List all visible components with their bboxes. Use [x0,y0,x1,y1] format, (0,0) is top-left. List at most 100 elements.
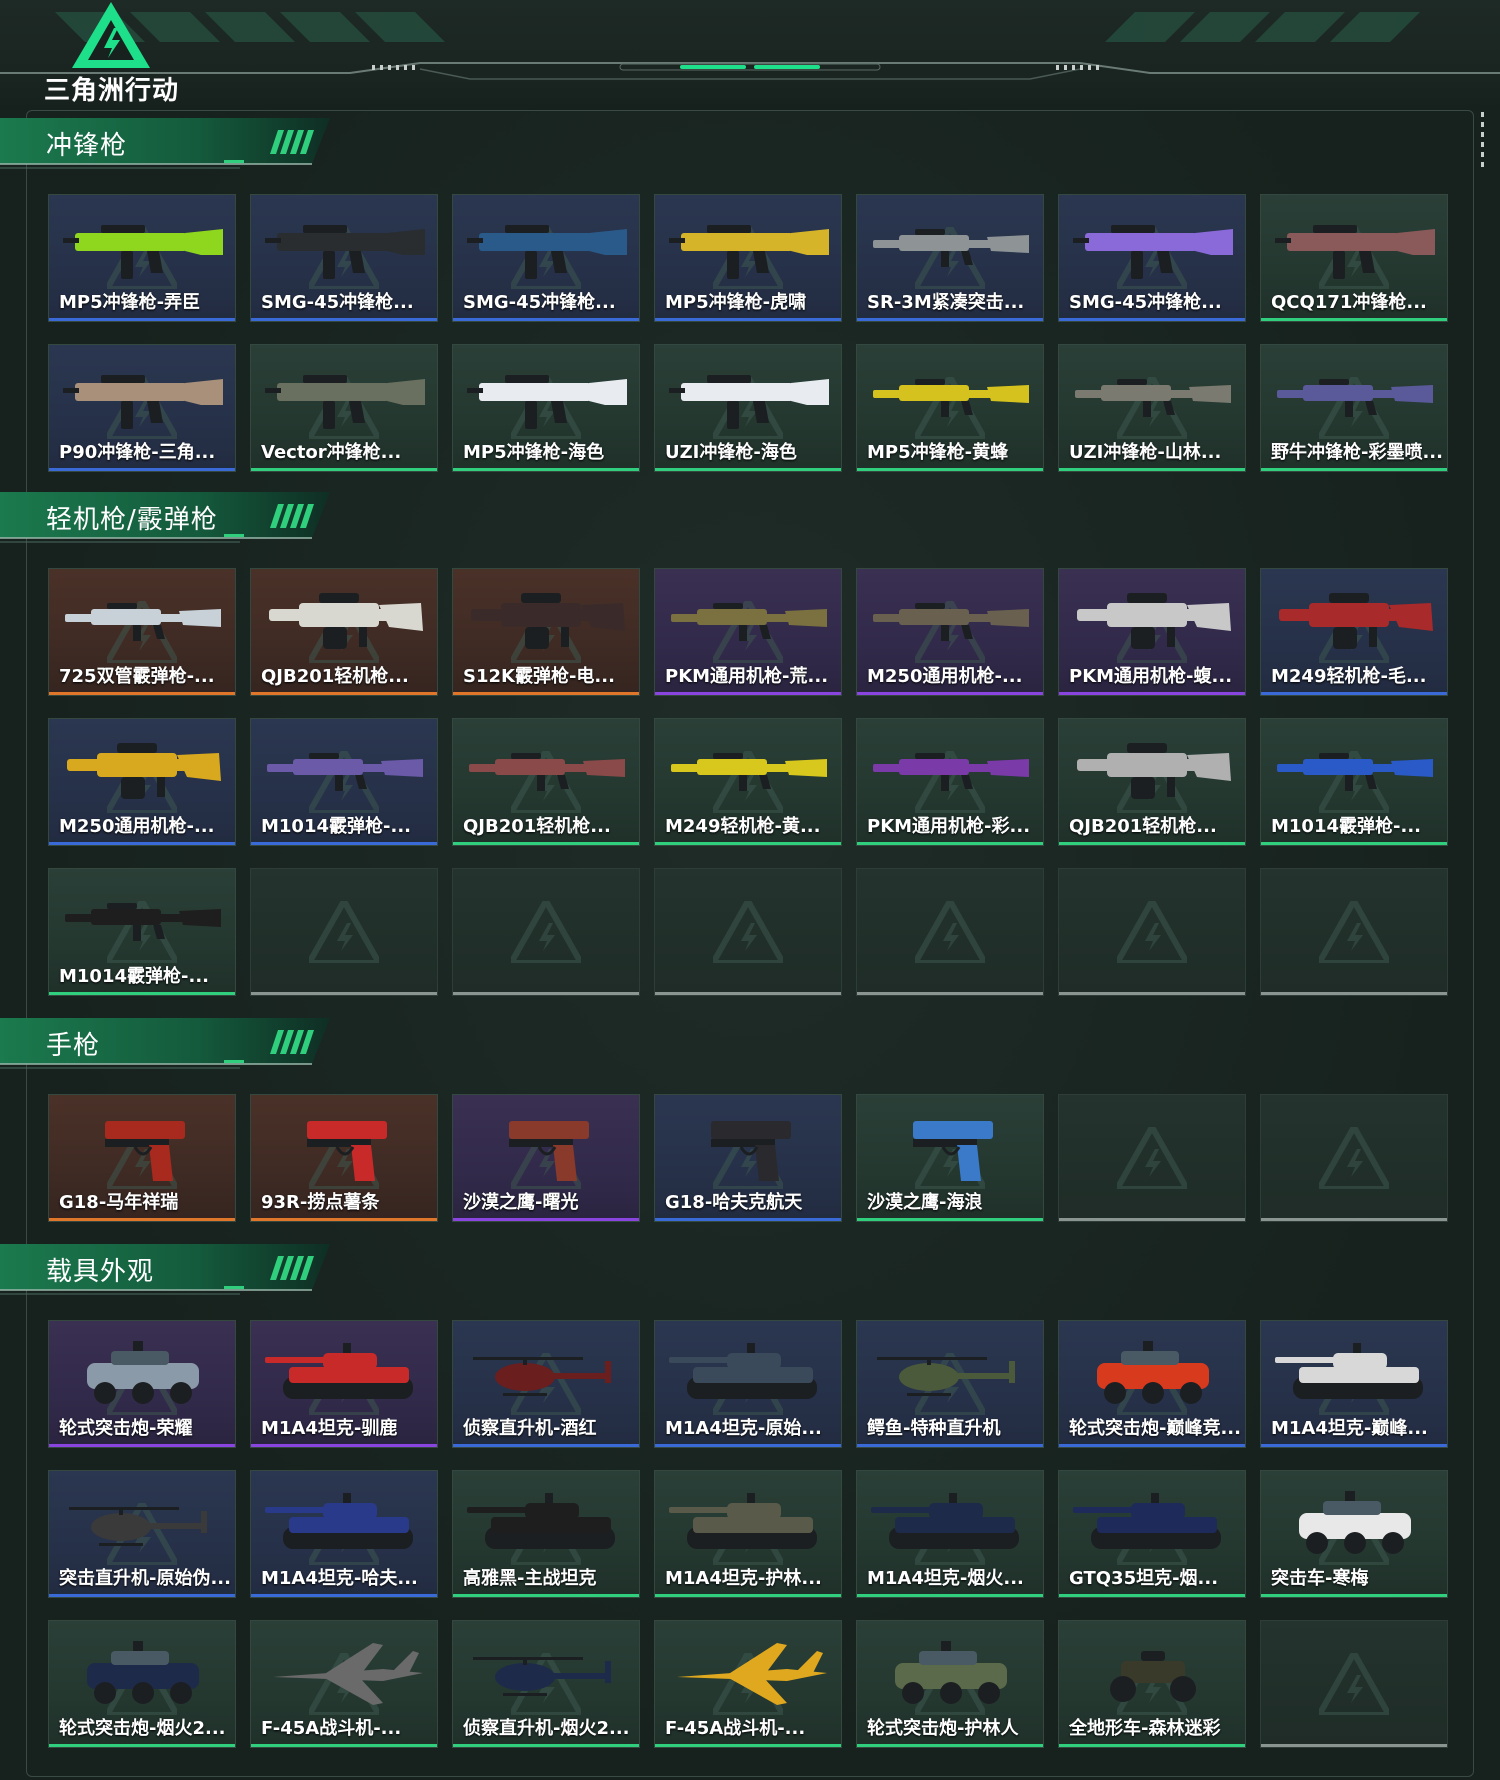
skin-card[interactable]: SMG-45冲锋枪... [452,194,640,322]
quality-bar [251,1218,437,1221]
skin-card[interactable]: M1014霰弹枪-... [48,868,236,996]
skin-card[interactable]: M1A4坦克-原始... [654,1320,842,1448]
skin-card[interactable]: F-45A战斗机-... [250,1620,438,1748]
rifle-skin-image [469,753,625,791]
skin-card[interactable]: M1014霰弹枪-... [250,718,438,846]
skin-name: 突击车-寒梅 [1271,1568,1369,1589]
skin-card[interactable]: UZI冲锋枪-山林... [1058,344,1246,472]
quality-bar [1261,1218,1447,1221]
quality-bar [857,1444,1043,1447]
lmg-skin-image [269,593,423,649]
skin-card[interactable]: 全地形车-森林迷彩 [1058,1620,1246,1748]
skin-card[interactable]: 突击直升机-原始伪... [48,1470,236,1598]
skin-card[interactable]: QJB201轻机枪... [452,718,640,846]
quality-bar [251,992,437,995]
tank-skin-image [467,1493,615,1549]
skin-card[interactable]: 侦察直升机-酒红 [452,1320,640,1448]
quality-bar [49,692,235,695]
skin-card[interactable]: M250通用机枪-... [48,718,236,846]
quality-bar [251,1744,437,1747]
skin-card[interactable]: M1014霰弹枪-... [1260,718,1448,846]
skin-card[interactable]: M1A4坦克-护林... [654,1470,842,1598]
quality-bar [1059,318,1245,321]
empty-skin-slot[interactable] [452,868,640,996]
quality-bar [453,468,639,471]
section-header: 手枪 [0,1018,330,1072]
skin-card[interactable]: SMG-45冲锋枪... [1058,194,1246,322]
skin-card[interactable]: G18-马年祥瑞 [48,1094,236,1222]
skin-card[interactable]: Vector冲锋枪... [250,344,438,472]
empty-skin-slot[interactable] [1260,1620,1448,1748]
skin-card[interactable]: PKM通用机枪-蝮... [1058,568,1246,696]
quality-bar [857,468,1043,471]
skin-card[interactable]: 93R-捞点薯条 [250,1094,438,1222]
delta-watermark-icon [1319,1653,1389,1715]
skin-card[interactable]: F-45A战斗机-... [654,1620,842,1748]
quality-bar [655,992,841,995]
pistol-skin-image [509,1121,589,1181]
skin-card[interactable]: 沙漠之鹰-曙光 [452,1094,640,1222]
quality-bar [251,318,437,321]
skin-card[interactable]: M249轻机枪-毛... [1260,568,1448,696]
quality-bar [1261,992,1447,995]
skin-card[interactable]: M1A4坦克-驯鹿 [250,1320,438,1448]
skin-card[interactable]: 突击车-寒梅 [1260,1470,1448,1598]
empty-skin-slot[interactable] [1058,868,1246,996]
skin-card[interactable]: 野牛冲锋枪-彩墨喷... [1260,344,1448,472]
skin-name: 725双管霰弹枪-... [59,666,215,687]
skin-name: UZI冲锋枪-海色 [665,442,797,463]
empty-skin-slot[interactable] [1260,868,1448,996]
skin-name: 侦察直升机-烟火2... [463,1718,630,1739]
empty-skin-slot[interactable] [1058,1094,1246,1222]
skin-card[interactable]: 725双管霰弹枪-... [48,568,236,696]
skin-card[interactable]: PKM通用机枪-荒... [654,568,842,696]
skin-name: 轮式突击炮-护林人 [867,1718,1019,1739]
skin-card[interactable]: MP5冲锋枪-弄臣 [48,194,236,322]
header-stripes-decoration [55,12,1420,42]
skin-card[interactable]: PKM通用机枪-彩... [856,718,1044,846]
quality-bar [453,692,639,695]
skin-card[interactable]: GTQ35坦克-烟... [1058,1470,1246,1598]
skin-card[interactable]: 轮式突击炮-烟火2... [48,1620,236,1748]
skin-card[interactable]: 侦察直升机-烟火2... [452,1620,640,1748]
skin-card[interactable]: M249轻机枪-黄... [654,718,842,846]
skin-card[interactable]: SMG-45冲锋枪... [250,194,438,322]
skin-card[interactable]: 轮式突击炮-巅峰竞... [1058,1320,1246,1448]
empty-skin-slot[interactable] [1260,1094,1448,1222]
skin-card[interactable]: G18-哈夫克航天 [654,1094,842,1222]
skin-card[interactable]: QJB201轻机枪... [250,568,438,696]
quality-bar [655,842,841,845]
skin-card[interactable]: 沙漠之鹰-海浪 [856,1094,1044,1222]
empty-skin-slot[interactable] [250,868,438,996]
skin-card[interactable]: QCQ171冲锋枪... [1260,194,1448,322]
skin-card[interactable]: 高雅黑-主战坦克 [452,1470,640,1598]
delta-watermark-icon [1319,901,1389,963]
empty-skin-slot[interactable] [654,868,842,996]
skin-card[interactable]: P90冲锋枪-三角... [48,344,236,472]
quality-bar [857,842,1043,845]
skin-card[interactable]: QJB201轻机枪... [1058,718,1246,846]
skin-card[interactable]: MP5冲锋枪-海色 [452,344,640,472]
skin-name: GTQ35坦克-烟... [1069,1568,1219,1589]
skin-card[interactable]: MP5冲锋枪-虎啸 [654,194,842,322]
skin-card[interactable]: M1A4坦克-巅峰... [1260,1320,1448,1448]
skin-card[interactable]: M1A4坦克-烟火... [856,1470,1044,1598]
section-title: 轻机枪/霰弹枪 [46,505,218,535]
skin-card[interactable]: M1A4坦克-哈夫... [250,1470,438,1598]
scrollbar-indicator[interactable] [1481,112,1485,180]
section-header: 冲锋枪 [0,118,330,172]
skin-card[interactable]: 鳄鱼-特种直升机 [856,1320,1044,1448]
skin-card[interactable]: S12K霰弹枪-电... [452,568,640,696]
smg-skin-image [467,375,627,429]
skin-card[interactable]: 轮式突击炮-荣耀 [48,1320,236,1448]
skin-name: PKM通用机枪-彩... [867,816,1031,837]
skin-card[interactable]: 轮式突击炮-护林人 [856,1620,1044,1748]
skin-card[interactable]: M250通用机枪-... [856,568,1044,696]
skin-card[interactable]: MP5冲锋枪-黄蜂 [856,344,1044,472]
skin-card[interactable]: SR-3M紧凑突击... [856,194,1044,322]
quality-bar [49,1594,235,1597]
quality-bar [453,1744,639,1747]
empty-skin-slot[interactable] [856,868,1044,996]
skin-name: 轮式突击炮-烟火2... [59,1718,226,1739]
skin-card[interactable]: UZI冲锋枪-海色 [654,344,842,472]
